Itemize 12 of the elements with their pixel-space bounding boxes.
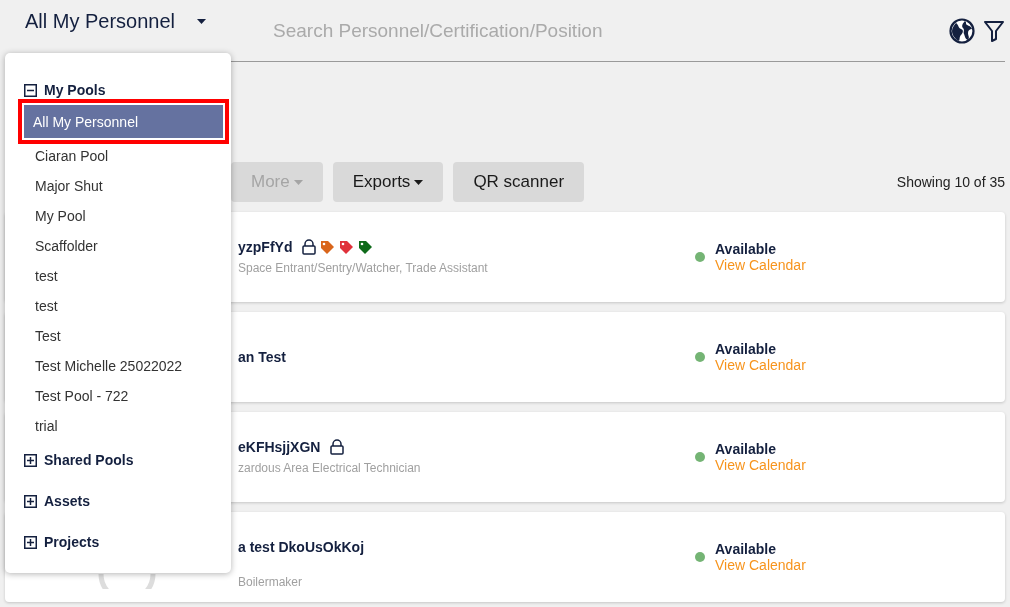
status-label: Available	[715, 341, 777, 357]
position-list: zardous Area Electrical Technician	[238, 461, 698, 475]
status-label: Available	[715, 441, 777, 457]
status-label: Available	[715, 241, 777, 257]
result-count: Showing 10 of 35	[896, 174, 1005, 190]
person-name: eKFHsjjXGN	[238, 439, 321, 455]
status-label: Available	[715, 541, 777, 557]
position-list: Boilermaker	[238, 575, 698, 589]
position-list: Space Entrant/Sentry/Watcher, Trade Assistant	[238, 261, 698, 275]
person-name: an Test	[238, 349, 286, 365]
person-name: a test DkoUsOkKoj	[238, 539, 365, 555]
person-name: yzpFfYd	[238, 239, 293, 255]
